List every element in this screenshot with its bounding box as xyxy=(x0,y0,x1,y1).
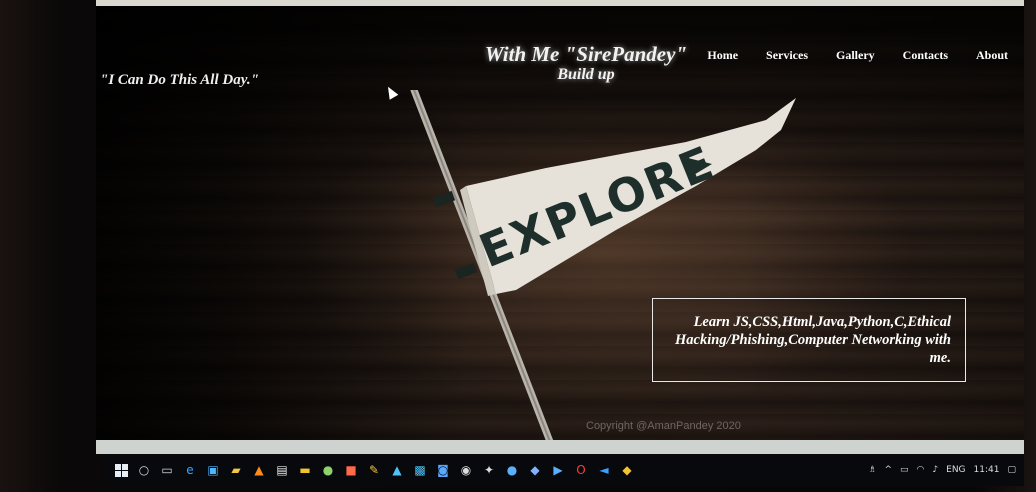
app-icon[interactable]: ▶ xyxy=(551,463,565,477)
site-brand[interactable]: With Me "SirePandey" Build up xyxy=(426,42,746,84)
nav-gallery[interactable]: Gallery xyxy=(836,48,875,63)
app-icon[interactable]: ● xyxy=(505,463,519,477)
horizontal-scrollbar[interactable] xyxy=(96,440,1024,454)
taskbar-apps: ○ ▭ e ▣ ▰ ▲ ▤ ▬ ● ■ ✎ ▲ ▩ ◙ ◉ ✦ ● ◆ ▶ O … xyxy=(108,463,634,477)
info-text: Learn JS,CSS,Html,Java,Python,C,Ethical … xyxy=(675,314,951,366)
store-icon[interactable]: ▣ xyxy=(206,463,220,477)
windows-taskbar: ○ ▭ e ▣ ▰ ▲ ▤ ▬ ● ■ ✎ ▲ ▩ ◙ ◉ ✦ ● ◆ ▶ O … xyxy=(108,454,1024,486)
app-icon[interactable]: ■ xyxy=(344,463,358,477)
system-tray: ♗ ^ ▭ ◠ ♪ ENG 11:41 ▢ xyxy=(868,454,1016,486)
brand-subtitle: Build up xyxy=(557,66,615,83)
nav-about[interactable]: About xyxy=(976,48,1008,63)
hero-quote: "I Can Do This All Day." xyxy=(100,72,259,88)
info-box: Learn JS,CSS,Html,Java,Python,C,Ethical … xyxy=(652,298,966,382)
clock[interactable]: 11:41 xyxy=(974,465,1000,475)
notification-icon[interactable]: ▢ xyxy=(1007,465,1016,475)
people-icon[interactable]: ♗ xyxy=(868,465,876,475)
pennant-flag-icon: EXPLORE xyxy=(410,86,796,454)
search-circle-icon[interactable]: ○ xyxy=(137,463,151,477)
app-icon[interactable]: ◙ xyxy=(436,463,450,477)
nav-services[interactable]: Services xyxy=(766,48,808,63)
volume-icon[interactable]: ♪ xyxy=(932,465,938,475)
app-icon[interactable]: ▤ xyxy=(275,463,289,477)
app-icon[interactable]: ▩ xyxy=(413,463,427,477)
app-icon[interactable]: ✦ xyxy=(482,463,496,477)
app-icon[interactable]: ◆ xyxy=(528,463,542,477)
app-icon[interactable]: ▲ xyxy=(390,463,404,477)
nav-contacts[interactable]: Contacts xyxy=(903,48,948,63)
app-icon[interactable]: ✎ xyxy=(367,463,381,477)
main-nav: Home Services Gallery Contacts About xyxy=(707,48,1008,63)
opera-icon[interactable]: O xyxy=(574,463,588,477)
start-icon[interactable] xyxy=(114,463,128,477)
wifi-icon[interactable]: ◠ xyxy=(917,465,925,475)
task-view-icon[interactable]: ▭ xyxy=(160,463,174,477)
app-icon[interactable]: ● xyxy=(321,463,335,477)
folder-icon[interactable]: ▰ xyxy=(229,463,243,477)
app-icon[interactable]: ◉ xyxy=(459,463,473,477)
language-indicator[interactable]: ENG xyxy=(946,465,965,475)
edge-icon[interactable]: e xyxy=(183,463,197,477)
battery-icon[interactable]: ▭ xyxy=(900,465,909,475)
copyright-text: Copyright @AmanPandey 2020 xyxy=(586,420,741,432)
brand-title: With Me "SirePandey" xyxy=(484,42,688,66)
nav-home[interactable]: Home xyxy=(707,48,738,63)
pennant-image: EXPLORE xyxy=(396,86,816,454)
app-icon[interactable]: ▬ xyxy=(298,463,312,477)
app-icon[interactable]: ◆ xyxy=(620,463,634,477)
chevron-up-icon[interactable]: ^ xyxy=(884,465,892,475)
vlc-icon[interactable]: ▲ xyxy=(252,463,266,477)
hero-section: With Me "SirePandey" Build up Home Servi… xyxy=(96,6,1024,454)
vscode-icon[interactable]: ◄ xyxy=(597,463,611,477)
